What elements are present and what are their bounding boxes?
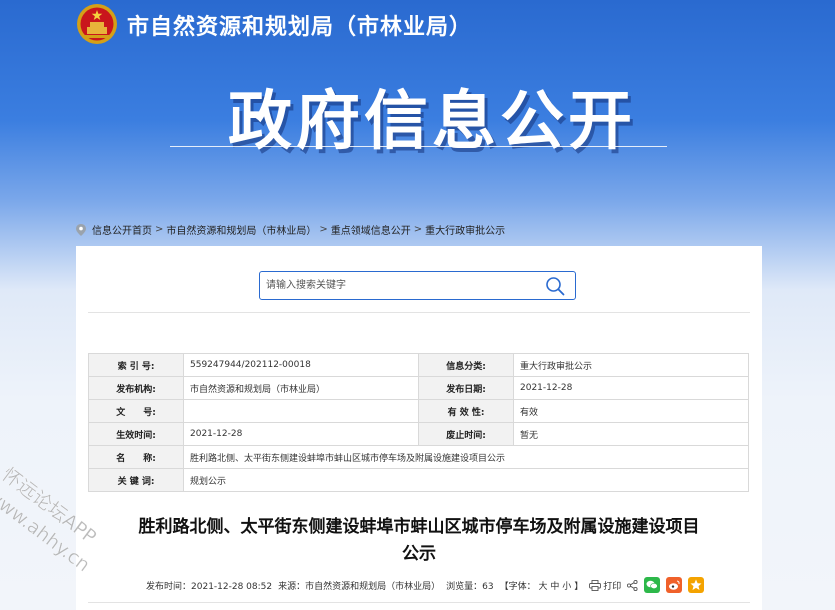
publisher-value: 市自然资源和规划局（市林业局） [183, 376, 419, 400]
views-value: 63 [482, 581, 494, 592]
breadcrumb-current[interactable]: 重大行政审批公示 [425, 222, 505, 237]
publish-time-value: 2021-12-28 08:52 [191, 581, 273, 592]
favorite-star-icon[interactable] [688, 577, 705, 593]
site-name[interactable]: 市自然资源和规划局（市林业局） [127, 9, 472, 41]
breadcrumb-bureau[interactable]: 市自然资源和规划局（市林业局） [166, 222, 316, 237]
article-title-line: 胜利路北侧、太平街东侧建设蚌埠市蚌山区城市停车场及附属设施建设项目 [138, 517, 700, 537]
search-icon[interactable] [545, 276, 565, 296]
breadcrumb: 信息公开首页 > 市自然资源和规划局（市林业局） > 重点领域信息公开 > 重大… [76, 222, 505, 237]
docno-label: 文 号: [88, 399, 184, 423]
breadcrumb-separator: > [413, 224, 423, 235]
article-meta-line: 发布时间：2021-12-28 08:52 来源：市自然资源和规划局（市林业局）… [146, 577, 705, 593]
share-icon[interactable] [627, 579, 638, 591]
hero-divider [170, 146, 667, 147]
article-title: 胜利路北侧、太平街东侧建设蚌埠市蚌山区城市停车场及附属设施建设项目 公示 [76, 514, 762, 568]
weibo-share-icon[interactable] [666, 577, 683, 593]
docno-value [183, 399, 419, 423]
effective-value: 2021-12-28 [183, 422, 419, 446]
table-row: 名 称: 胜利路北侧、太平街东侧建设蚌埠市蚌山区城市停车场及附属设施建设项目公示 [88, 445, 749, 469]
font-small-button[interactable]: 小 [562, 582, 571, 592]
divider [88, 312, 750, 313]
font-size-label: 【字体： [499, 581, 536, 592]
publish-time-label: 发布时间： [146, 581, 192, 592]
name-value: 胜利路北侧、太平街东侧建设蚌埠市蚌山区城市停车场及附属设施建设项目公示 [183, 445, 749, 469]
breadcrumb-home[interactable]: 信息公开首页 [92, 222, 152, 237]
print-label: 打印 [603, 581, 622, 592]
content-panel: 索 引 号: 559247944/202112-00018 信息分类: 重大行政… [76, 246, 762, 610]
divider [88, 602, 750, 603]
pubdate-label: 发布日期: [418, 376, 514, 400]
source-label: 来源： [278, 581, 306, 592]
table-row: 发布机构: 市自然资源和规划局（市林业局） 发布日期: 2021-12-28 [88, 376, 749, 400]
location-pin-icon [76, 223, 86, 236]
category-value: 重大行政审批公示 [513, 353, 749, 377]
index-label: 索 引 号: [88, 353, 184, 377]
publisher-label: 发布机构: [88, 376, 184, 400]
top-bar: 市自然资源和规划局（市林业局） [0, 0, 835, 50]
search-box[interactable] [259, 271, 576, 300]
hero-title: 政府信息公开 [228, 85, 636, 159]
print-button[interactable]: 打印 [589, 579, 621, 592]
font-medium-button[interactable]: 中 [550, 582, 559, 592]
breadcrumb-separator: > [319, 224, 328, 235]
wechat-share-icon[interactable] [644, 577, 661, 593]
source-value: 市自然资源和规划局（市林业局） [305, 581, 441, 592]
national-emblem-icon [77, 4, 117, 44]
index-value: 559247944/202112-00018 [183, 353, 419, 377]
info-meta-table: 索 引 号: 559247944/202112-00018 信息分类: 重大行政… [88, 353, 749, 492]
breadcrumb-key-areas[interactable]: 重点领域信息公开 [331, 222, 411, 237]
table-row: 索 引 号: 559247944/202112-00018 信息分类: 重大行政… [88, 353, 749, 377]
category-label: 信息分类: [418, 353, 514, 377]
table-row: 文 号: 有 效 性: 有效 [88, 399, 749, 423]
search-input[interactable] [266, 276, 536, 295]
breadcrumb-separator: > [155, 224, 164, 235]
keywords-value: 规划公示 [183, 468, 749, 492]
name-label: 名 称: [88, 445, 184, 469]
keywords-label: 关 键 词: [88, 468, 184, 492]
font-large-button[interactable]: 大 [539, 582, 548, 592]
font-size-close: 】 [574, 581, 584, 592]
expiry-value: 暂无 [513, 422, 749, 446]
article-title-line: 公示 [402, 544, 436, 564]
effective-label: 生效时间: [88, 422, 184, 446]
table-row: 关 键 词: 规划公示 [88, 468, 749, 492]
pubdate-value: 2021-12-28 [513, 376, 749, 400]
views-label: 浏览量： [446, 581, 483, 592]
expiry-label: 废止时间: [418, 422, 514, 446]
print-icon [589, 579, 602, 591]
table-row: 生效时间: 2021-12-28 废止时间: 暂无 [88, 422, 749, 446]
validity-label: 有 效 性: [418, 399, 514, 423]
validity-value: 有效 [513, 399, 749, 423]
